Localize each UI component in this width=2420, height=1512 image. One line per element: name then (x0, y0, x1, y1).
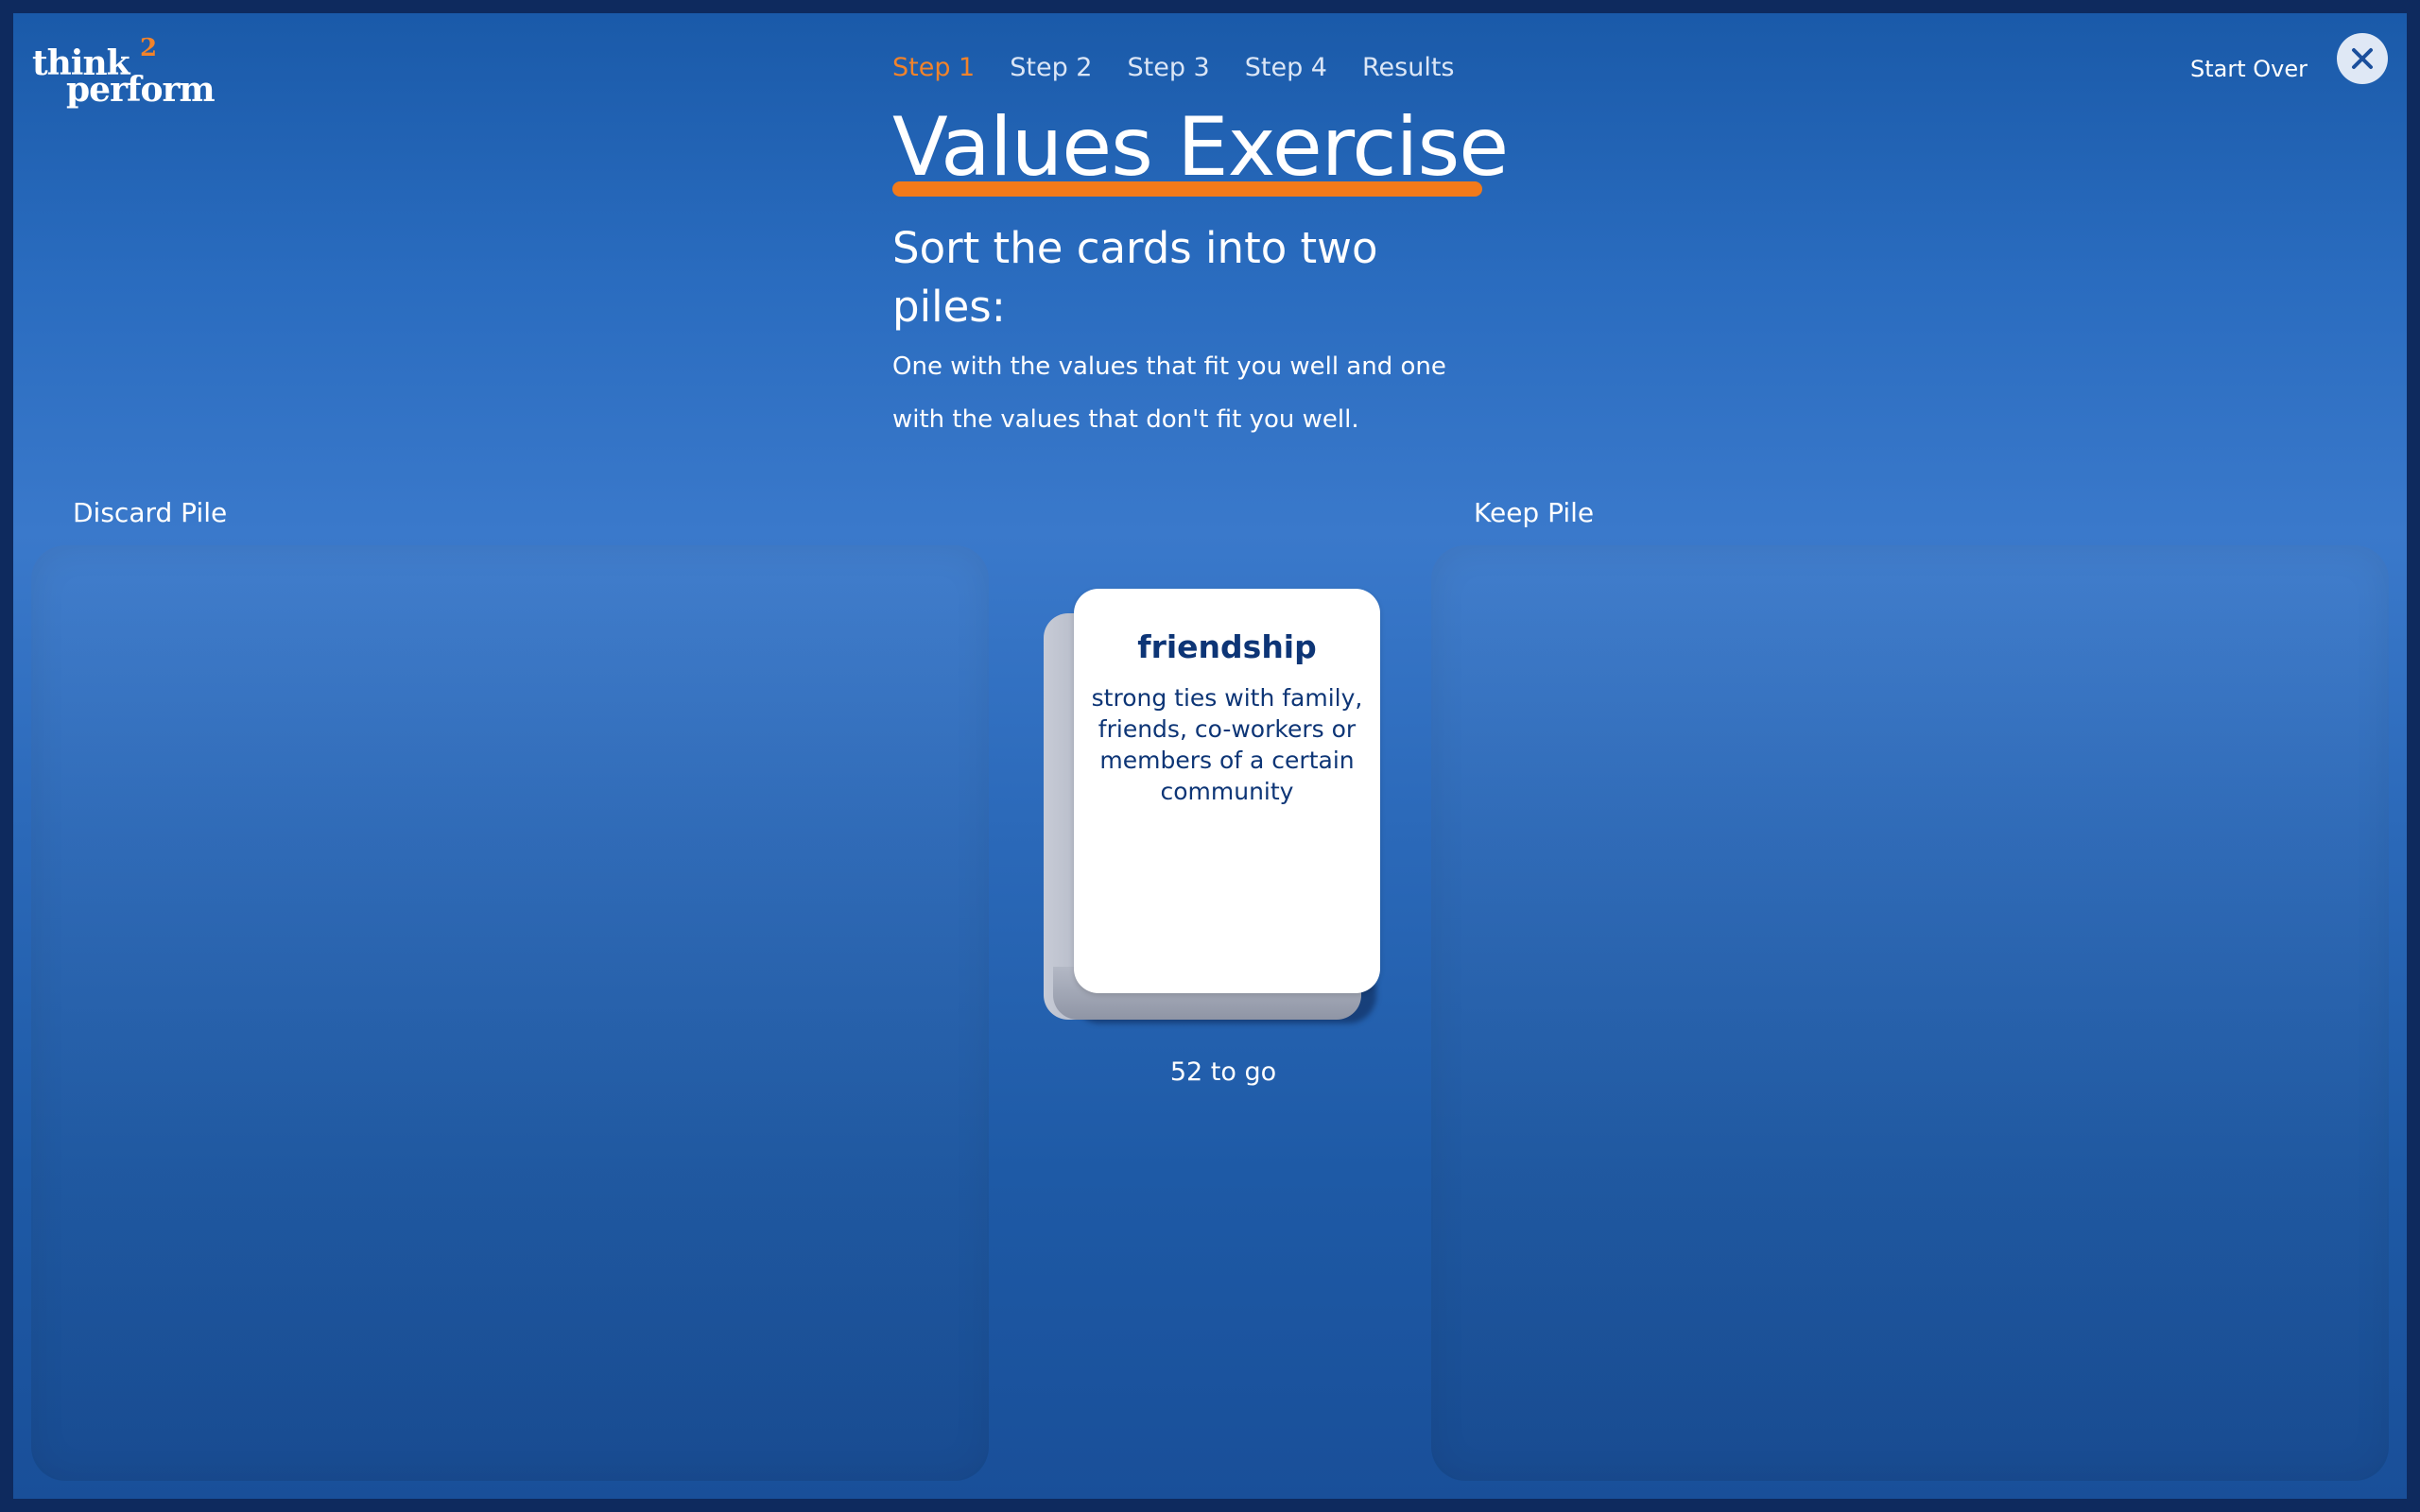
cards-remaining-count: 52 to go (1169, 1057, 1277, 1087)
nav-step-1[interactable]: Step 1 (892, 53, 975, 82)
keep-pile-label: Keep Pile (1474, 497, 1595, 528)
logo-text-perform: perform (66, 70, 216, 110)
title-underline (892, 181, 1482, 197)
nav-results[interactable]: Results (1362, 53, 1455, 82)
app-frame: think 2 perform Step 1 Step 2 Step 3 Ste… (13, 13, 2407, 1499)
close-button[interactable] (2337, 33, 2388, 84)
close-icon (2352, 48, 2373, 69)
card-value-word: friendship (1137, 628, 1317, 665)
card-value-definition: strong ties with family, friends, co-wor… (1091, 684, 1363, 805)
instructions-heading: Sort the cards into two piles: (892, 223, 1378, 332)
logo-superscript: 2 (140, 34, 158, 62)
instructions-text: One with the values that fit you well an… (892, 352, 1446, 434)
nav-step-4[interactable]: Step 4 (1245, 53, 1327, 82)
step-navigation: Step 1 Step 2 Step 3 Step 4 Results (892, 53, 1455, 82)
card-deck: friendship strong ties with family, frie… (1044, 589, 1380, 1023)
discard-pile-label: Discard Pile (73, 497, 228, 528)
keep-pile-dropzone[interactable] (1431, 545, 2389, 1481)
nav-step-2[interactable]: Step 2 (1010, 53, 1092, 82)
value-card[interactable]: friendship strong ties with family, frie… (1074, 589, 1380, 993)
think2perform-logo[interactable]: think 2 perform (32, 30, 231, 115)
start-over-link[interactable]: Start Over (2190, 56, 2308, 82)
discard-pile-dropzone[interactable] (31, 545, 989, 1481)
page-title: Values Exercise (892, 100, 1509, 195)
nav-step-3[interactable]: Step 3 (1128, 53, 1210, 82)
